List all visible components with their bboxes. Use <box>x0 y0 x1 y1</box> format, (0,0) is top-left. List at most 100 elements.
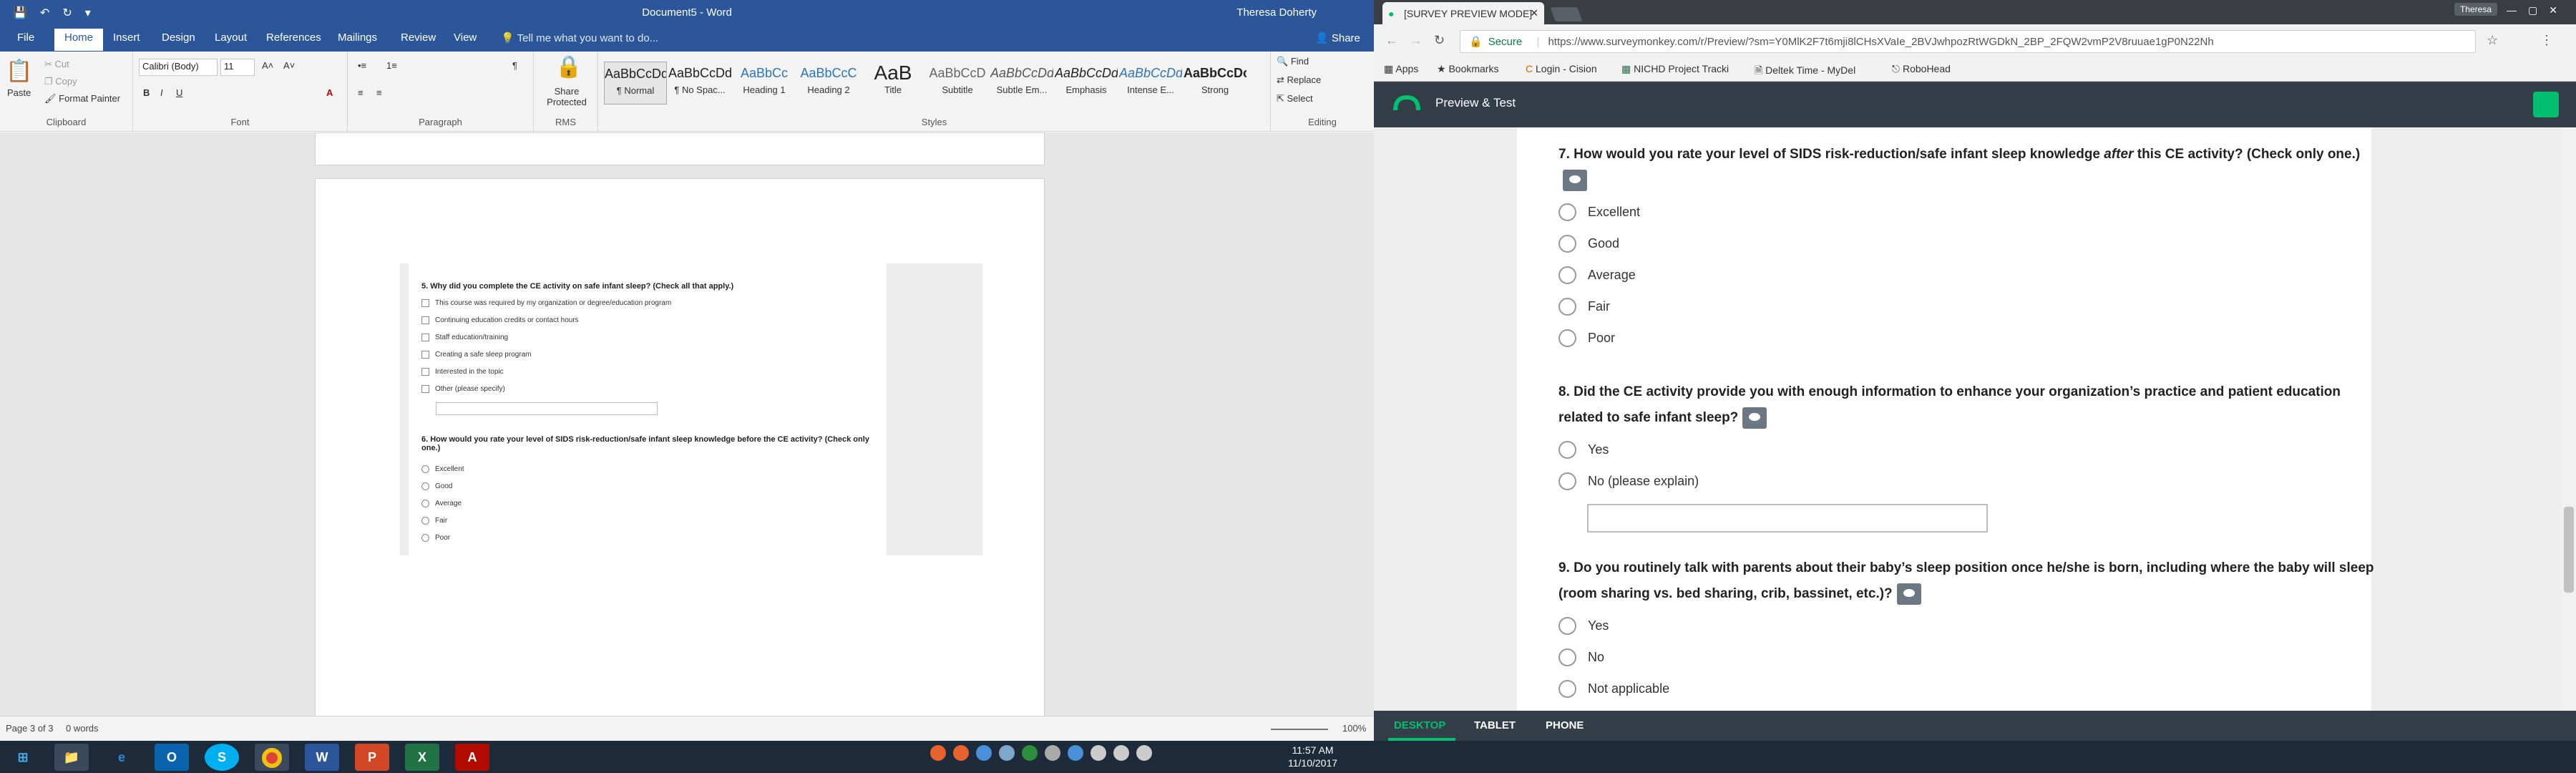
shrink-font-button[interactable]: A˅ <box>283 60 295 71</box>
tab-mailings[interactable]: Mailings <box>338 31 377 44</box>
wifi-icon[interactable] <box>1091 745 1106 761</box>
menu-icon[interactable]: ⋮ <box>2540 33 2553 48</box>
radio-button[interactable] <box>1558 441 1576 459</box>
q8-explain-input[interactable] <box>1587 504 1988 533</box>
copy-button[interactable]: ❐ Copy <box>44 76 77 87</box>
device-tablet[interactable]: TABLET <box>1474 719 1516 731</box>
format-painter-button[interactable]: 🖌 Format Painter <box>44 93 120 104</box>
window-controls[interactable]: —▢✕ <box>2507 4 2569 16</box>
align-left-icon[interactable]: ≡ <box>358 87 364 98</box>
font-size-select[interactable]: 11 <box>220 59 255 76</box>
align-center-icon[interactable]: ≡ <box>376 87 382 98</box>
excel-icon[interactable]: X <box>405 744 439 771</box>
bookmark-nichd[interactable]: ▦ NICHD Project Tracki <box>1621 63 1729 75</box>
file-explorer-icon[interactable]: 📁 <box>54 744 89 771</box>
show-marks-icon[interactable]: ¶ <box>512 60 517 71</box>
close-tab-icon[interactable]: ✕ <box>1530 7 1538 19</box>
tab-references[interactable]: References <box>266 31 321 44</box>
bookmark-apps[interactable]: ▦ Apps <box>1384 63 1418 75</box>
browser-tab[interactable]: ● [SURVEY PREVIEW MODE] ✕ <box>1382 2 1544 24</box>
tray-app-icon[interactable] <box>999 745 1015 761</box>
radio-button[interactable] <box>1558 266 1576 284</box>
tab-layout[interactable]: Layout <box>215 31 247 44</box>
style-strong[interactable]: AaBbCcDc Strong <box>1184 62 1246 104</box>
style-title[interactable]: AaB Title <box>862 62 924 104</box>
style-subtle-emphasis[interactable]: AaBbCcDd Subtle Em... <box>990 62 1053 104</box>
comment-icon[interactable] <box>1742 407 1767 429</box>
radio-button[interactable] <box>1558 235 1576 253</box>
style-intense-emphasis[interactable]: AaBbCcDd Intense E... <box>1119 62 1182 104</box>
italic-button[interactable]: I <box>160 87 163 98</box>
start-icon[interactable]: ⊞ <box>6 744 40 771</box>
page-scrollbar[interactable] <box>2562 127 2576 711</box>
bookmark-star-icon[interactable]: ☆ <box>2487 33 2498 48</box>
volume-icon[interactable] <box>1113 745 1129 761</box>
user-name[interactable]: Theresa Doherty <box>1236 6 1317 19</box>
share-protected-button[interactable]: Share Protected <box>540 86 594 107</box>
bookmark-cision[interactable]: C Login - Cision <box>1526 63 1597 74</box>
bluetooth-icon[interactable] <box>1068 745 1083 761</box>
share-protected-icon[interactable]: 🔒 <box>555 54 582 79</box>
cut-button[interactable]: ✂ Cut <box>44 59 69 70</box>
battery-icon[interactable] <box>1136 745 1152 761</box>
radio-button[interactable] <box>1558 472 1576 490</box>
font-name-select[interactable]: Calibri (Body) <box>139 59 218 76</box>
paste-button[interactable]: Paste <box>7 87 31 98</box>
tab-file[interactable]: File <box>17 31 34 44</box>
grow-font-button[interactable]: A˄ <box>262 60 273 71</box>
tab-review[interactable]: Review <box>401 31 436 44</box>
radio-button[interactable] <box>1558 617 1576 635</box>
comment-icon[interactable] <box>1896 583 1921 605</box>
chrome-icon[interactable] <box>255 744 289 771</box>
tray-app-icon[interactable] <box>1045 745 1060 761</box>
style-heading-1[interactable]: AaBbCc Heading 1 <box>733 62 796 104</box>
tray-app-icon[interactable] <box>930 745 946 761</box>
document-page[interactable]: 5. Why did you complete the CE activity … <box>315 178 1045 722</box>
scrollbar-thumb[interactable] <box>2564 507 2574 593</box>
font-color-button[interactable]: A <box>326 87 333 98</box>
bookmark-bookmarks[interactable]: ★ Bookmarks <box>1437 63 1498 75</box>
bullets-icon[interactable]: •≡ <box>358 60 366 71</box>
replace-button[interactable]: ⇄ Replace <box>1277 74 1321 86</box>
comment-icon[interactable] <box>2533 92 2559 117</box>
profile-name[interactable]: Theresa <box>2454 3 2497 16</box>
bookmark-deltek[interactable]: 🗎 Deltek Time - MyDel <box>1755 63 1855 80</box>
style-emphasis[interactable]: AaBbCcDd Emphasis <box>1055 62 1118 104</box>
radio-button[interactable] <box>1558 648 1576 666</box>
tab-home[interactable]: Home <box>54 29 104 51</box>
tab-insert[interactable]: Insert <box>113 31 140 44</box>
radio-button[interactable] <box>1558 203 1576 221</box>
radio-button[interactable] <box>1558 298 1576 316</box>
radio-button[interactable] <box>1558 329 1576 347</box>
style-normal[interactable]: AaBbCcDd ¶ Normal <box>604 62 667 104</box>
tray-app-icon[interactable] <box>953 745 969 761</box>
style-no-spacing[interactable]: AaBbCcDd ¶ No Spac... <box>668 62 731 104</box>
radio-button[interactable] <box>1558 680 1576 698</box>
numbering-icon[interactable]: 1≡ <box>386 60 397 71</box>
tab-design[interactable]: Design <box>162 31 195 44</box>
internet-explorer-icon[interactable]: e <box>104 744 139 771</box>
tray-app-icon[interactable] <box>1022 745 1038 761</box>
style-subtitle[interactable]: AaBbCcD Subtitle <box>926 62 989 104</box>
share-button[interactable]: 👤 Share <box>1315 31 1360 44</box>
device-desktop[interactable]: DESKTOP <box>1394 719 1445 731</box>
comment-icon[interactable] <box>1563 169 1587 191</box>
tell-me-search[interactable]: 💡 Tell me what you want to do... <box>501 31 658 44</box>
skype-icon[interactable]: S <box>205 744 239 771</box>
powerpoint-icon[interactable]: P <box>355 744 389 771</box>
zoom-level[interactable]: 100% <box>1342 723 1366 734</box>
forward-icon[interactable]: → <box>1410 33 1423 48</box>
device-phone[interactable]: PHONE <box>1546 719 1584 731</box>
outlook-icon[interactable]: O <box>155 744 189 771</box>
word-icon[interactable]: W <box>305 744 339 771</box>
bookmark-robohead[interactable]: ⎋ RoboHead <box>1892 63 1951 75</box>
style-heading-2[interactable]: AaBbCcC Heading 2 <box>797 62 860 104</box>
acrobat-icon[interactable]: A <box>455 744 489 771</box>
system-clock[interactable]: 11:57 AM 11/10/2017 <box>1288 744 1337 769</box>
find-button[interactable]: 🔍 Find <box>1277 56 1309 67</box>
zoom-slider[interactable] <box>1271 729 1328 730</box>
new-tab-button[interactable] <box>1550 7 1583 21</box>
tab-view[interactable]: View <box>454 31 477 44</box>
back-icon[interactable]: ← <box>1385 33 1398 48</box>
address-bar[interactable]: 🔒 Secure | https://www.surveymonkey.com/r… <box>1460 30 2476 53</box>
